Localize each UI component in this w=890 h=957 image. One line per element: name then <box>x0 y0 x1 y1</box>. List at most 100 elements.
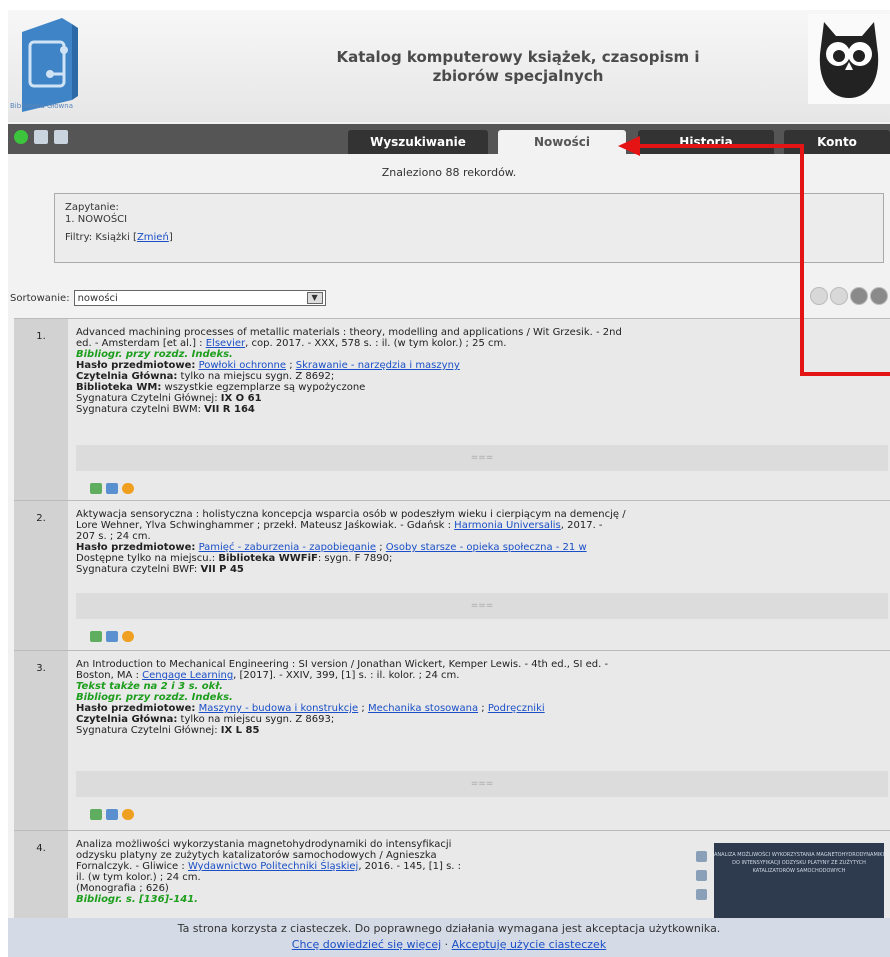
first-page-icon[interactable] <box>810 287 828 305</box>
prev-page-icon[interactable] <box>830 287 848 305</box>
subject-link[interactable]: Maszyny - budowa i konstrukcje <box>199 703 359 714</box>
subject-link[interactable]: Osoby starsze - opieka społeczna - 21 w <box>386 542 587 553</box>
record-note: Tekst także na 2 i 3 s. okł. <box>76 681 223 692</box>
publisher-link[interactable]: Wydawnictwo Politechniki Śląskiej <box>188 861 358 872</box>
record-1: 1. Advanced machining processes of metal… <box>14 318 890 501</box>
imprint-text-end: , [2017]. - XXIV, 399, [1] s. : il. kolo… <box>233 670 460 681</box>
signature-value: IX L 85 <box>220 725 260 736</box>
save-icon[interactable] <box>696 851 707 862</box>
record-signature: Sygnatura czytelni BWF: VII P 45 <box>76 564 886 575</box>
arrow-head <box>618 136 640 156</box>
cookie-banner: Ta strona korzysta z ciasteczek. Do popr… <box>8 918 890 957</box>
pagination <box>810 287 888 305</box>
next-page-icon[interactable] <box>850 287 868 305</box>
owl-logo <box>808 14 890 104</box>
imprint-text-end: , 2017. - <box>560 520 603 531</box>
accept-cookies-link[interactable]: Akceptuję użycie ciasteczek <box>452 938 607 951</box>
record-signature: Sygnatura Czytelni Głównej: IX O 61 <box>76 393 886 404</box>
record-description: Aktywacja sensoryczna : holistyczna konc… <box>76 509 886 575</box>
record-imprint: Boston, MA : Cengage Learning, [2017]. -… <box>76 670 886 681</box>
imprint-text-end: , 2016. - 145, [1] s. : <box>358 861 462 872</box>
chevron-down-icon[interactable]: ▼ <box>306 292 323 304</box>
tab-wyszukiwanie[interactable]: Wyszukiwanie <box>348 130 488 154</box>
subject-link[interactable]: Pamięć - zaburzenia - zapobieganie <box>199 542 377 553</box>
cookie-links: Chcę dowiedzieć się więcej · Akceptuję u… <box>8 937 890 953</box>
imprint-text: Lore Wehner, Ylva Schwinghammer ; przekł… <box>76 520 455 531</box>
tab-historia[interactable]: Historia <box>638 130 774 154</box>
email-icon[interactable] <box>696 889 707 900</box>
subject-label: Hasło przedmiotowe: <box>76 360 196 371</box>
subject-link[interactable]: Skrawanie - narzędzia i maszyny <box>296 360 460 371</box>
subject-label: Hasło przedmiotowe: <box>76 703 196 714</box>
record-subjects: Hasło przedmiotowe: Powłoki ochronne ; S… <box>76 360 460 371</box>
zoom-icon[interactable] <box>122 483 134 494</box>
location-library: Biblioteka WWFiF <box>218 553 318 564</box>
location-text: wszystkie egzemplarze są wypożyczone <box>161 382 366 393</box>
record-3: 3. An Introduction to Mechanical Enginee… <box>14 650 890 831</box>
back-icon[interactable] <box>106 631 118 642</box>
show-more-button[interactable]: === <box>76 445 888 471</box>
location-label: Czytelnia Główna: <box>76 371 178 382</box>
print-icon[interactable] <box>696 870 707 881</box>
signature-label: Sygnatura Czytelni Głównej: <box>76 393 221 404</box>
list-icon[interactable] <box>54 130 68 144</box>
record-number: 2. <box>14 501 68 651</box>
reserve-icon[interactable] <box>90 483 102 494</box>
publisher-link[interactable]: Harmonia Universalis <box>454 520 561 531</box>
record-title: An Introduction to Mechanical Engineerin… <box>76 659 609 670</box>
publisher-link[interactable]: Elsevier <box>206 338 245 349</box>
subject-link[interactable]: Podręczniki <box>488 703 545 714</box>
reserve-icon[interactable] <box>90 809 102 820</box>
subject-link[interactable]: Mechanika stosowana <box>368 703 478 714</box>
query-value: 1. NOWOŚCI <box>65 214 128 225</box>
zoom-icon[interactable] <box>122 631 134 642</box>
library-logo <box>22 18 78 112</box>
record-location: Biblioteka WM: wszystkie egzemplarze są … <box>76 382 886 393</box>
show-more-button[interactable]: === <box>76 771 888 797</box>
record-signature: Sygnatura Czytelni Głównej: IX L 85 <box>76 725 886 736</box>
filters-end: ] <box>168 232 173 243</box>
record-subjects: Hasło przedmiotowe: Maszyny - budowa i k… <box>76 703 545 714</box>
zoom-icon[interactable] <box>122 809 134 820</box>
change-filter-link[interactable]: Zmień <box>137 232 169 243</box>
cookie-text: Ta strona korzysta z ciasteczek. Do popr… <box>177 922 721 935</box>
tab-nowosci[interactable]: Nowości <box>498 130 626 154</box>
sort-bar: Sortowanie: nowości ▼ <box>10 290 326 306</box>
back-icon[interactable] <box>106 809 118 820</box>
logo-text: Biblioteka Główna <box>10 102 74 110</box>
imprint-text: ed. - Amsterdam [et al.] : <box>76 338 206 349</box>
reserve-icon[interactable] <box>90 631 102 642</box>
title-line-2: zbiorów specjalnych <box>432 67 604 85</box>
home-icon[interactable] <box>14 130 28 144</box>
filters-line: Filtry: Książki [Zmień] <box>65 232 873 244</box>
record-location: Czytelnia Główna: tylko na miejscu sygn.… <box>76 371 886 382</box>
signature-value: VII P 45 <box>200 564 244 575</box>
last-page-icon[interactable] <box>870 287 888 305</box>
record-title: Aktywacja sensoryczna : holistyczna konc… <box>76 509 626 520</box>
header: Biblioteka Główna Katalog komputerowy ks… <box>8 10 890 122</box>
arrow-line-vertical <box>800 144 804 376</box>
record-2: 2. Aktywacja sensoryczna : holistyczna k… <box>14 500 890 651</box>
catalog-window: Biblioteka Główna Katalog komputerowy ks… <box>8 10 890 957</box>
record-series: (Monografia ; 626) <box>76 883 169 894</box>
show-more-button[interactable]: === <box>76 593 888 619</box>
sort-select[interactable]: nowości ▼ <box>73 290 326 306</box>
learn-more-link[interactable]: Chcę dowiedzieć się więcej <box>292 938 441 951</box>
book-icon[interactable] <box>34 130 48 144</box>
record-imprint: Lore Wehner, Ylva Schwinghammer ; przekł… <box>76 520 886 531</box>
record-extent: il. (w tym kolor.) ; 24 cm. <box>76 872 201 883</box>
record-number: 3. <box>14 651 68 831</box>
subject-link[interactable]: Powłoki ochronne <box>199 360 286 371</box>
imprint-text: Boston, MA : <box>76 670 143 681</box>
sort-value: nowości <box>77 293 118 304</box>
record-signature: Sygnatura czytelni BWM: VII R 164 <box>76 404 886 415</box>
sort-label: Sortowanie: <box>10 292 70 304</box>
title-line-1: Katalog komputerowy książek, czasopism i <box>336 48 700 66</box>
publisher-link[interactable]: Cengage Learning <box>142 670 233 681</box>
record-note: Bibliogr. przy rozdz. Indeks. <box>76 349 233 360</box>
back-icon[interactable] <box>106 483 118 494</box>
cookie-separator: · <box>441 938 452 951</box>
query-label: Zapytanie: <box>65 202 119 213</box>
record-location: Dostępne tylko na miejscu.: Biblioteka W… <box>76 553 886 564</box>
record-note: Bibliogr. przy rozdz. Indeks. <box>76 692 233 703</box>
